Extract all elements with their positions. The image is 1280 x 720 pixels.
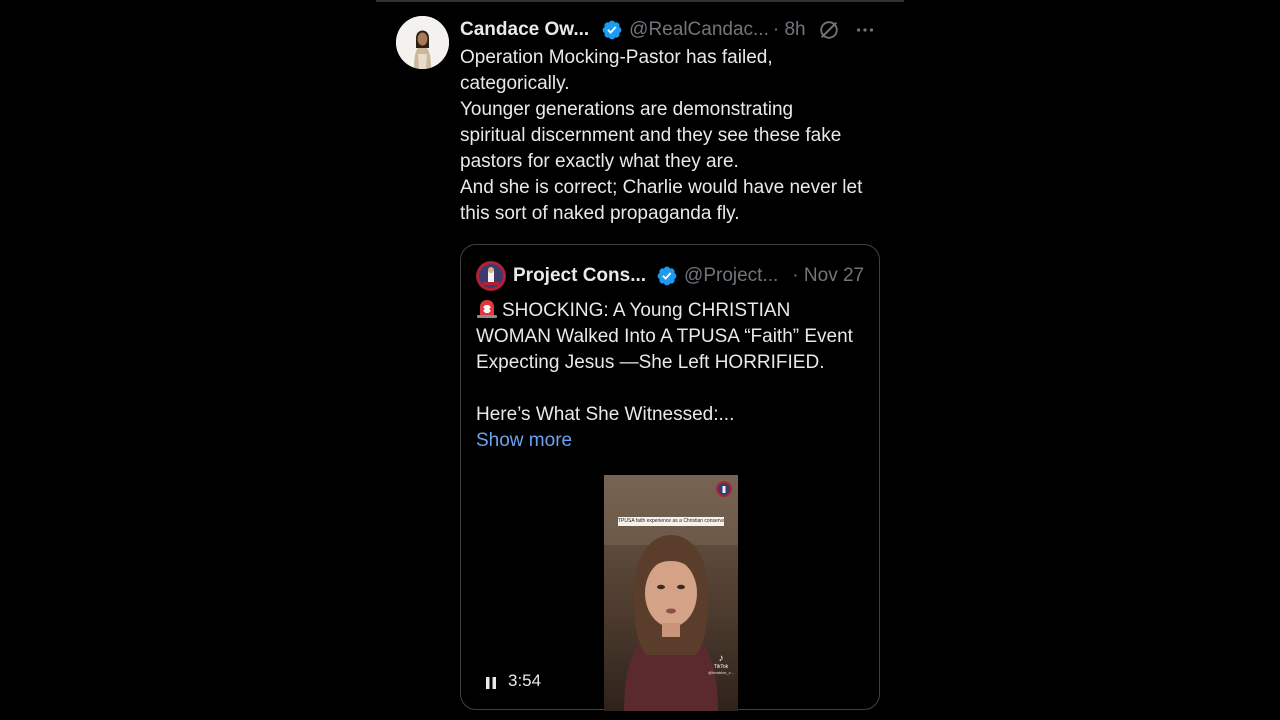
grok-icon[interactable] xyxy=(818,19,840,41)
quoted-post-card[interactable]: Project Cons... @Project... · Nov 27 SHO… xyxy=(460,244,880,711)
quoted-post-header: Project Cons... @Project... · Nov 27 xyxy=(476,261,871,291)
embedded-video[interactable]: TPUSA faith experience as a Christian co… xyxy=(604,475,738,711)
verified-badge-icon xyxy=(602,20,622,40)
quoted-post-date[interactable]: · Nov 27 xyxy=(792,265,864,287)
more-options-icon[interactable] xyxy=(854,19,876,41)
show-more-link[interactable]: Show more xyxy=(476,428,871,454)
quoted-text-headline: SHOCKING: A Young CHRISTIAN xyxy=(502,300,791,321)
tiktok-logo-icon: ♪ xyxy=(718,653,724,664)
quoted-text-line: WOMAN Walked Into A TPUSA “Faith” Event xyxy=(476,326,853,347)
post-text-line: this sort of naked propaganda fly. xyxy=(460,203,740,224)
post-text: Operation Mocking-Pastor has failed, cat… xyxy=(460,45,890,227)
video-duration: 3:54 xyxy=(508,671,542,690)
quoted-text-line: Here’s What She Witnessed:... xyxy=(476,404,735,425)
author-avatar[interactable] xyxy=(396,16,449,69)
video-frame xyxy=(604,475,738,711)
post-timestamp[interactable]: · 8h xyxy=(773,19,806,41)
post-text-line: pastors for exactly what they are. xyxy=(460,151,739,172)
quoted-author-name[interactable]: Project Cons... xyxy=(513,265,646,287)
pause-icon[interactable] xyxy=(483,675,499,691)
post-text-line: Operation Mocking-Pastor has failed, xyxy=(460,47,773,68)
tiktok-watermark: ♪ TikTok @beatrice_c... xyxy=(708,653,734,675)
post-text-line: spiritual discernment and they see these… xyxy=(460,125,842,146)
tiktok-username: @beatrice_c... xyxy=(708,670,734,675)
quoted-author-handle[interactable]: @Project... xyxy=(684,265,778,287)
timeline-divider xyxy=(376,0,904,2)
video-caption: TPUSA faith experience as a Christian co… xyxy=(618,517,724,526)
quoted-text-line: SHOCKING: A Young CHRISTIAN xyxy=(476,297,871,324)
post-text-line: categorically. xyxy=(460,73,570,94)
post-text-line: Younger generations are demonstrating xyxy=(460,99,794,120)
quoted-author-avatar[interactable] xyxy=(476,261,506,291)
author-name[interactable]: Candace Ow... xyxy=(460,19,589,41)
quoted-post-text: SHOCKING: A Young CHRISTIAN WOMAN Walked… xyxy=(476,297,871,454)
siren-emoji-icon xyxy=(477,300,497,318)
post-text-line: And she is correct; Charlie would have n… xyxy=(460,177,863,198)
post-header: Candace Ow... @RealCandac... · 8h xyxy=(460,17,900,43)
author-handle[interactable]: @RealCandac... xyxy=(629,19,769,41)
video-channel-logo xyxy=(716,481,732,497)
quoted-text-line: Expecting Jesus —She Left HORRIFIED. xyxy=(476,352,825,373)
verified-badge-icon xyxy=(657,266,677,286)
